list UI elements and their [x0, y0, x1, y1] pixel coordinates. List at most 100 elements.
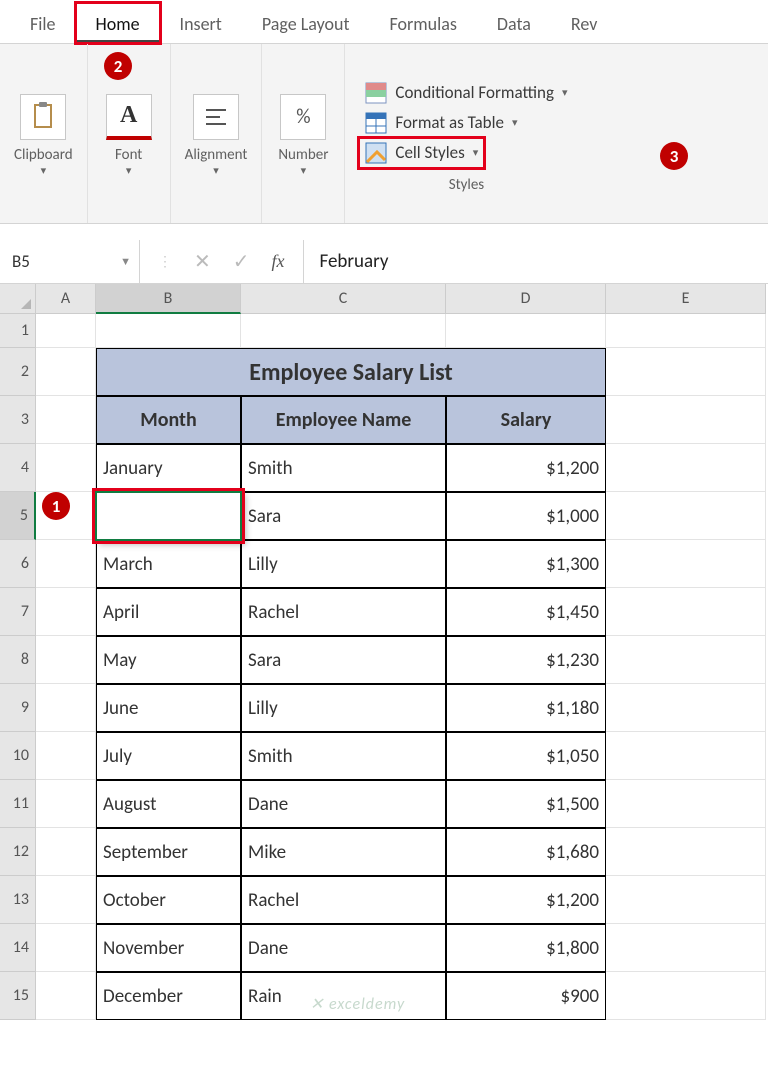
cell-E6[interactable]: [606, 540, 766, 588]
alignment-button[interactable]: [189, 92, 243, 142]
cell-A10[interactable]: [36, 732, 96, 780]
cell-salary-15[interactable]: $900: [446, 972, 606, 1020]
chevron-down-icon[interactable]: ▼: [120, 255, 131, 268]
cell-salary-10[interactable]: $1,050: [446, 732, 606, 780]
cell-employee-8[interactable]: Sara: [241, 636, 446, 684]
tab-file[interactable]: File: [10, 3, 76, 43]
cell-E3[interactable]: [606, 396, 766, 444]
cell-employee-15[interactable]: Rain: [241, 972, 446, 1020]
cell-employee-10[interactable]: Smith: [241, 732, 446, 780]
cell-D1[interactable]: [446, 314, 606, 348]
cell-A9[interactable]: [36, 684, 96, 732]
cell-E13[interactable]: [606, 876, 766, 924]
row-header-8[interactable]: 8: [0, 636, 36, 684]
col-header-C[interactable]: C: [241, 284, 446, 314]
cell-month-14[interactable]: November: [96, 924, 241, 972]
cell-A12[interactable]: [36, 828, 96, 876]
row-header-10[interactable]: 10: [0, 732, 36, 780]
cell-employee-12[interactable]: Mike: [241, 828, 446, 876]
cell-employee-13[interactable]: Rachel: [241, 876, 446, 924]
row-header-5[interactable]: 5: [0, 492, 36, 540]
cell-E11[interactable]: [606, 780, 766, 828]
tab-home[interactable]: Home: [76, 3, 160, 43]
row-header-12[interactable]: 12: [0, 828, 36, 876]
cell-employee-7[interactable]: Rachel: [241, 588, 446, 636]
col-header-B[interactable]: B: [96, 284, 241, 314]
cell-employee-5[interactable]: Sara: [241, 492, 446, 540]
row-header-4[interactable]: 4: [0, 444, 36, 492]
col-header-A[interactable]: A: [36, 284, 96, 314]
chevron-down-icon[interactable]: ▾: [213, 164, 219, 177]
name-box[interactable]: B5 ▼: [0, 240, 140, 283]
format-as-table-button[interactable]: Format as Table ▾: [359, 108, 523, 138]
header-salary[interactable]: Salary: [446, 396, 606, 444]
cell-E4[interactable]: [606, 444, 766, 492]
cell-month-10[interactable]: July: [96, 732, 241, 780]
enter-icon[interactable]: ✓: [233, 249, 250, 274]
row-header-13[interactable]: 13: [0, 876, 36, 924]
cell-A2[interactable]: [36, 348, 96, 396]
conditional-formatting-button[interactable]: Conditional Formatting ▾: [359, 78, 573, 108]
cell-E10[interactable]: [606, 732, 766, 780]
cell-month-15[interactable]: December: [96, 972, 241, 1020]
cell-title[interactable]: Employee Salary List: [96, 348, 606, 396]
cell-E9[interactable]: [606, 684, 766, 732]
cell-month-7[interactable]: April: [96, 588, 241, 636]
cell-salary-14[interactable]: $1,800: [446, 924, 606, 972]
row-header-14[interactable]: 14: [0, 924, 36, 972]
cell-employee-6[interactable]: Lilly: [241, 540, 446, 588]
cell-month-11[interactable]: August: [96, 780, 241, 828]
cell-E15[interactable]: [606, 972, 766, 1020]
cancel-icon[interactable]: ✕: [194, 249, 211, 274]
cell-E5[interactable]: [606, 492, 766, 540]
row-header-15[interactable]: 15: [0, 972, 36, 1020]
formula-input[interactable]: February: [303, 240, 768, 283]
cell-C1[interactable]: [241, 314, 446, 348]
cell-E8[interactable]: [606, 636, 766, 684]
chevron-down-icon[interactable]: ▾: [301, 164, 307, 177]
cell-E1[interactable]: [606, 314, 766, 348]
row-header-2[interactable]: 2: [0, 348, 36, 396]
clipboard-button[interactable]: [16, 92, 70, 142]
cell-E2[interactable]: [606, 348, 766, 396]
cell-A3[interactable]: [36, 396, 96, 444]
col-header-D[interactable]: D: [446, 284, 606, 314]
cell-employee-4[interactable]: Smith: [241, 444, 446, 492]
cell-E7[interactable]: [606, 588, 766, 636]
row-header-7[interactable]: 7: [0, 588, 36, 636]
cell-month-8[interactable]: May: [96, 636, 241, 684]
cell-A7[interactable]: [36, 588, 96, 636]
cell-employee-14[interactable]: Dane: [241, 924, 446, 972]
cell-month-4[interactable]: January: [96, 444, 241, 492]
cell-month-9[interactable]: June: [96, 684, 241, 732]
cell-A11[interactable]: [36, 780, 96, 828]
cell-A6[interactable]: [36, 540, 96, 588]
row-header-9[interactable]: 9: [0, 684, 36, 732]
tab-page-layout[interactable]: Page Layout: [242, 3, 370, 43]
worksheet[interactable]: A B C D E 1 2 3 4 5 6 7 8 9 10 11 12 13 …: [0, 284, 768, 1054]
cell-A14[interactable]: [36, 924, 96, 972]
cell-salary-7[interactable]: $1,450: [446, 588, 606, 636]
cell-styles-button[interactable]: Cell Styles ▾: [359, 138, 484, 168]
cell-month-12[interactable]: September: [96, 828, 241, 876]
cell-salary-12[interactable]: $1,680: [446, 828, 606, 876]
cell-month-5[interactable]: February: [96, 492, 241, 540]
cell-salary-8[interactable]: $1,230: [446, 636, 606, 684]
cell-salary-4[interactable]: $1,200: [446, 444, 606, 492]
cell-A13[interactable]: [36, 876, 96, 924]
header-month[interactable]: Month: [96, 396, 241, 444]
cell-A8[interactable]: [36, 636, 96, 684]
cell-employee-11[interactable]: Dane: [241, 780, 446, 828]
number-button[interactable]: %: [276, 92, 330, 142]
cell-salary-11[interactable]: $1,500: [446, 780, 606, 828]
row-header-3[interactable]: 3: [0, 396, 36, 444]
row-header-11[interactable]: 11: [0, 780, 36, 828]
cell-salary-6[interactable]: $1,300: [446, 540, 606, 588]
select-all-corner[interactable]: [0, 284, 36, 314]
cell-A1[interactable]: [36, 314, 96, 348]
tab-data[interactable]: Data: [477, 3, 551, 43]
tab-formulas[interactable]: Formulas: [370, 3, 477, 43]
col-header-E[interactable]: E: [606, 284, 766, 314]
cell-salary-5[interactable]: $1,000: [446, 492, 606, 540]
tab-review[interactable]: Rev: [551, 3, 617, 43]
